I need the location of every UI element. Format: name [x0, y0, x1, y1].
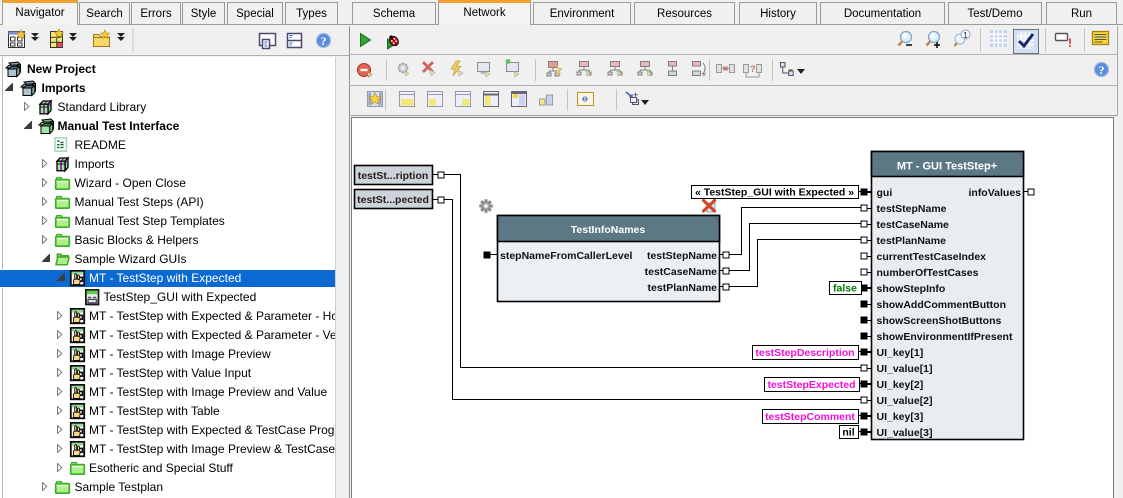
- svg-text:TestInfoNames: TestInfoNames: [571, 224, 646, 236]
- svg-text:testStepComment: testStepComment: [765, 411, 855, 423]
- svg-text:UI_key[3]: UI_key[3]: [877, 411, 924, 423]
- svg-text:showScreenShotButtons: showScreenShotButtons: [877, 315, 1002, 327]
- svg-text:!: !: [1068, 36, 1072, 50]
- svg-text:testCaseName: testCaseName: [645, 266, 718, 278]
- svg-text:UI_value[3]: UI_value[3]: [877, 427, 933, 439]
- svg-text:showEnvironmentIfPresent: showEnvironmentIfPresent: [877, 331, 1013, 343]
- svg-text:testPlanName: testPlanName: [648, 282, 718, 294]
- svg-text:gui: gui: [877, 187, 893, 199]
- svg-text:currentTestCaseIndex: currentTestCaseIndex: [877, 251, 987, 263]
- svg-text:testSt...ription: testSt...ription: [358, 170, 429, 182]
- svg-text:nil: nil: [842, 427, 854, 439]
- svg-text:UI_key[2]: UI_key[2]: [877, 379, 924, 391]
- svg-text:testPlanName: testPlanName: [877, 235, 947, 247]
- svg-text:testSt...pected: testSt...pected: [357, 194, 429, 206]
- svg-text:testStepDescription: testStepDescription: [755, 347, 854, 359]
- svg-text:numberOfTestCases: numberOfTestCases: [877, 267, 979, 279]
- svg-text:?: ?: [750, 64, 756, 74]
- svg-text:testStepName: testStepName: [647, 250, 717, 262]
- svg-text:« TestStep_GUI with Expected »: « TestStep_GUI with Expected »: [695, 187, 854, 199]
- svg-text:testCaseName: testCaseName: [877, 219, 950, 231]
- svg-text:UI_value[1]: UI_value[1]: [877, 363, 933, 375]
- svg-text:?: ?: [321, 34, 327, 48]
- svg-text:UI_key[1]: UI_key[1]: [877, 347, 924, 359]
- svg-text:?: ?: [1099, 63, 1105, 77]
- svg-text:false: false: [833, 283, 857, 295]
- svg-text:1: 1: [963, 30, 968, 40]
- svg-text:testStepExpected: testStepExpected: [767, 379, 855, 391]
- svg-text:MT - GUI TestStep+: MT - GUI TestStep+: [897, 161, 997, 173]
- svg-text:showStepInfo: showStepInfo: [877, 283, 946, 295]
- svg-text:UI_value[2]: UI_value[2]: [877, 395, 933, 407]
- svg-text:testStepName: testStepName: [877, 203, 947, 215]
- svg-text:infoValues: infoValues: [968, 187, 1021, 199]
- svg-text:stepNameFromCallerLevel: stepNameFromCallerLevel: [500, 250, 633, 262]
- svg-text:showAddCommentButton: showAddCommentButton: [877, 299, 1006, 311]
